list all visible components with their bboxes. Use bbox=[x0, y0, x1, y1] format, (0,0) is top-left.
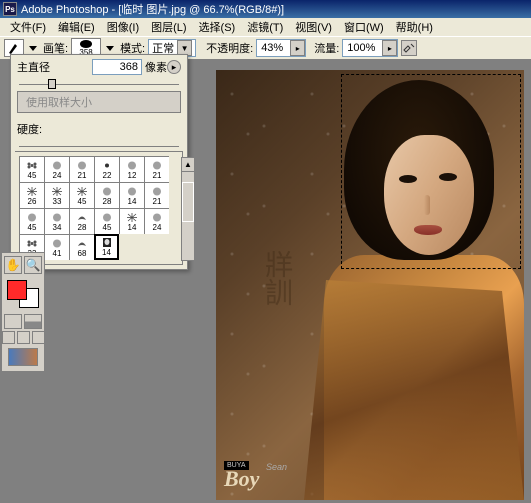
opacity-input[interactable]: 43% ▸ bbox=[256, 39, 306, 57]
hand-tool[interactable]: ✋ bbox=[4, 256, 22, 274]
airbrush-toggle[interactable] bbox=[401, 40, 417, 56]
menu-filter[interactable]: 滤镜(T) bbox=[241, 18, 289, 36]
screen-mode-full[interactable] bbox=[32, 331, 45, 344]
brush-preset-28[interactable]: 28 bbox=[69, 208, 94, 234]
brush-preset-24[interactable]: 24 bbox=[44, 156, 69, 182]
menu-bar: 文件(F) 编辑(E) 图像(I) 图层(L) 选择(S) 滤镜(T) 视图(V… bbox=[0, 18, 531, 36]
hardness-label: 硬度: bbox=[17, 121, 181, 137]
brush-preset-14[interactable]: 14 bbox=[119, 182, 144, 208]
zoom-tool[interactable]: 🔍 bbox=[24, 256, 42, 274]
diameter-label: 主直径 bbox=[17, 59, 92, 75]
panel-menu-icon[interactable]: ▸ bbox=[167, 60, 181, 74]
quickmask-mode-button[interactable] bbox=[24, 314, 42, 329]
brush-preset-14[interactable]: 14 bbox=[94, 234, 119, 260]
menu-file[interactable]: 文件(F) bbox=[4, 18, 52, 36]
brush-preset-22[interactable]: 22 bbox=[94, 156, 119, 182]
brush-dropdown-icon[interactable] bbox=[106, 46, 114, 51]
brush-preset-21[interactable]: 21 bbox=[69, 156, 94, 182]
brush-preset-14[interactable]: 14 bbox=[119, 208, 144, 234]
brush-grid-scrollbar[interactable]: ▲ bbox=[181, 157, 195, 261]
menu-window[interactable]: 窗口(W) bbox=[338, 18, 390, 36]
portrait-image bbox=[304, 80, 524, 500]
brush-presets-grid: 4524212212212633452814214534284514243341… bbox=[15, 151, 183, 265]
brush-preset-26[interactable]: 26 bbox=[19, 182, 44, 208]
brush-preset-28[interactable]: 28 bbox=[94, 182, 119, 208]
brush-preset-12[interactable]: 12 bbox=[119, 156, 144, 182]
screen-mode-standard[interactable] bbox=[2, 331, 15, 344]
brush-preset-45[interactable]: 45 bbox=[19, 156, 44, 182]
scroll-thumb[interactable] bbox=[182, 182, 194, 222]
brush-preset-45[interactable]: 45 bbox=[69, 182, 94, 208]
tool-preset-dropdown-icon[interactable] bbox=[29, 46, 37, 51]
brush-preset-34[interactable]: 34 bbox=[44, 208, 69, 234]
diameter-input[interactable]: 368 bbox=[92, 59, 142, 75]
menu-layer[interactable]: 图层(L) bbox=[145, 18, 192, 36]
hardness-slider[interactable] bbox=[19, 143, 179, 149]
brush-preset-21[interactable]: 21 bbox=[144, 182, 169, 208]
flow-label: 流量: bbox=[314, 40, 339, 56]
color-swatches[interactable] bbox=[7, 280, 39, 308]
use-sample-size-button: 使用取样大小 bbox=[17, 91, 181, 113]
decorative-text: 牂訓 bbox=[256, 250, 296, 306]
brush-preset-68[interactable]: 68 bbox=[69, 234, 94, 260]
brush-preset-45[interactable]: 45 bbox=[19, 208, 44, 234]
watermark-main: Boy bbox=[224, 466, 259, 492]
brush-preset-33[interactable]: 33 bbox=[44, 182, 69, 208]
window-title: Adobe Photoshop - [临时 图片.jpg @ 66.7%(RGB… bbox=[21, 1, 284, 17]
watermark-small: Sean bbox=[266, 462, 287, 472]
jump-to-imageready[interactable] bbox=[8, 348, 38, 366]
menu-help[interactable]: 帮助(H) bbox=[390, 18, 439, 36]
brush-preset-45[interactable]: 45 bbox=[94, 208, 119, 234]
diameter-unit: 像素 bbox=[145, 59, 167, 75]
menu-select[interactable]: 选择(S) bbox=[193, 18, 242, 36]
flow-input[interactable]: 100% ▸ bbox=[342, 39, 398, 57]
tool-palette-bottom: ✋ 🔍 bbox=[1, 252, 45, 372]
foreground-color[interactable] bbox=[7, 280, 27, 300]
menu-view[interactable]: 视图(V) bbox=[289, 18, 338, 36]
brush-preset-21[interactable]: 21 bbox=[144, 156, 169, 182]
diameter-slider[interactable] bbox=[19, 81, 179, 87]
flow-dropdown-icon: ▸ bbox=[382, 40, 397, 56]
scroll-up-icon[interactable]: ▲ bbox=[182, 158, 194, 172]
menu-image[interactable]: 图像(I) bbox=[101, 18, 145, 36]
brush-preset-24[interactable]: 24 bbox=[144, 208, 169, 234]
opacity-label: 不透明度: bbox=[206, 40, 253, 56]
opacity-dropdown-icon: ▸ bbox=[290, 40, 305, 56]
brush-preset-41[interactable]: 41 bbox=[44, 234, 69, 260]
app-icon: Ps bbox=[3, 2, 17, 16]
standard-mode-button[interactable] bbox=[4, 314, 22, 329]
screen-mode-full-menu[interactable] bbox=[17, 331, 30, 344]
document-window[interactable]: 牂訓 BUYA Sean Boy bbox=[216, 70, 524, 500]
menu-edit[interactable]: 编辑(E) bbox=[52, 18, 101, 36]
brush-panel: 主直径 368 像素 ▸ 使用取样大小 硬度: 4524212212212633… bbox=[10, 54, 188, 270]
